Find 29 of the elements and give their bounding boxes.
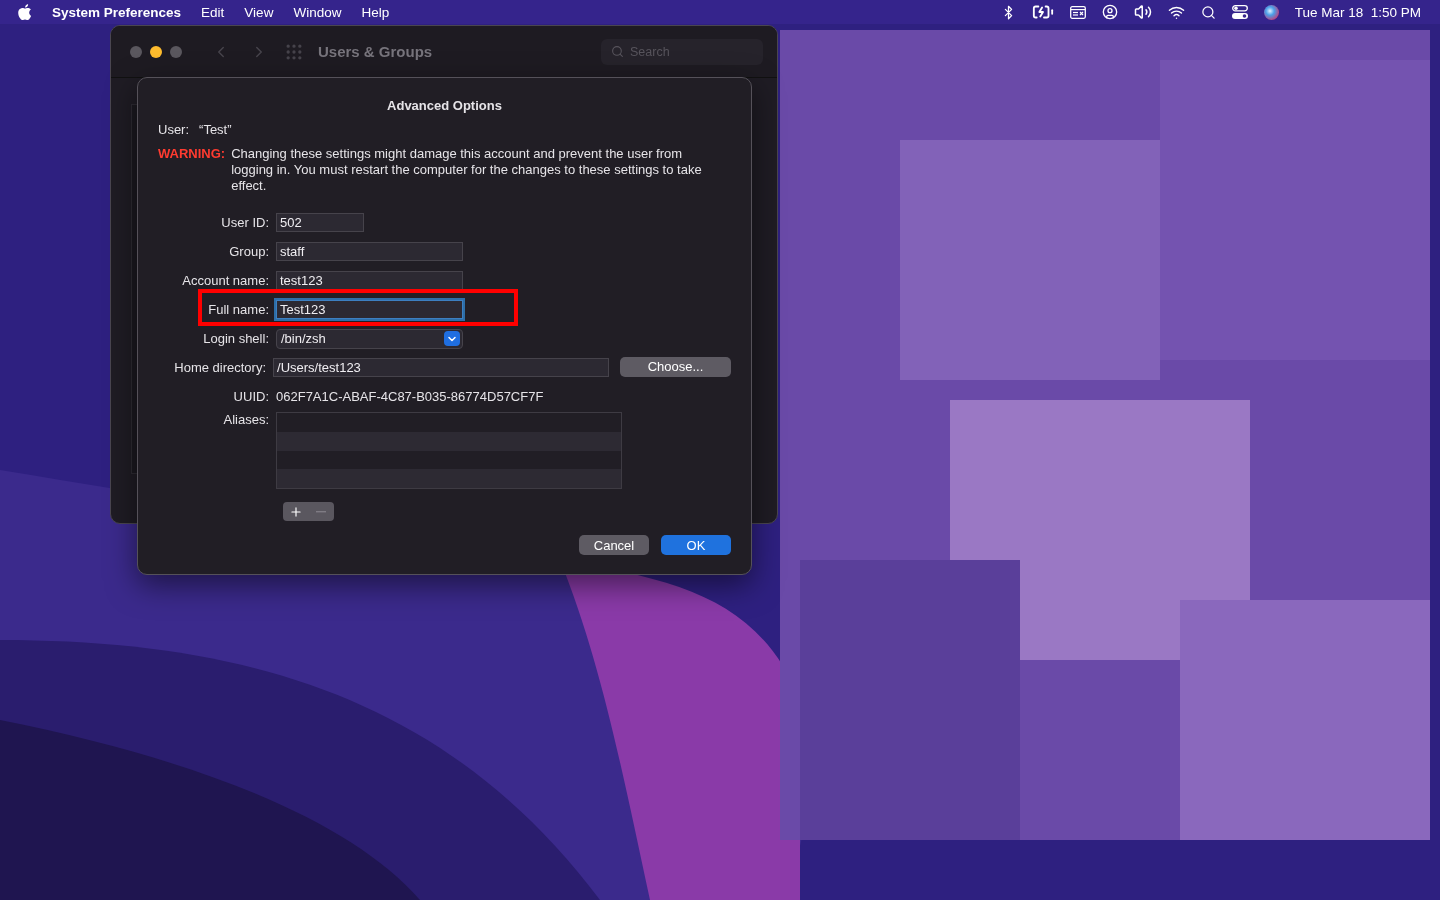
field-label: Group: <box>228 244 270 259</box>
cancel-button[interactable]: Cancel <box>579 535 649 555</box>
user-label: User: <box>158 122 190 137</box>
user-value: “Test” <box>199 122 232 137</box>
window-title: Users & Groups <box>318 43 433 60</box>
field-label: Home directory: <box>173 360 268 375</box>
menu-item[interactable]: View <box>244 4 274 20</box>
uuid-value: 062F7A1C-ABAF-4C87-B035-86774D57CF7F <box>276 389 544 404</box>
text-field[interactable]: staff <box>276 242 463 261</box>
text-field[interactable]: /Users/test123 <box>273 358 610 377</box>
shell-popup[interactable]: /bin/zsh <box>276 328 463 349</box>
menu-item[interactable]: Window <box>293 4 342 20</box>
warning-label: WARNING: <box>158 146 226 163</box>
menu-clock[interactable]: Tue Mar 18 1:50 PM <box>1294 4 1421 20</box>
field-label: User ID: <box>220 215 270 230</box>
uuid-label: UUID: <box>232 389 270 404</box>
ok-button[interactable]: OK <box>661 535 731 555</box>
field-label: Login shell: <box>202 331 270 346</box>
field-label: Full name: <box>207 302 270 317</box>
sheet-title: Advanced Options <box>386 98 503 113</box>
choose-button[interactable]: Choose... <box>620 356 731 377</box>
text-field[interactable]: Test123 <box>276 300 463 319</box>
field-label: Account name: <box>181 273 270 288</box>
menu-item[interactable]: Help <box>361 4 390 20</box>
menu-item[interactable]: Edit <box>201 4 225 20</box>
text-field[interactable]: 502 <box>276 213 364 232</box>
warning-text: Changing these settings might damage this account and prevent the user from logging in. You must restart the computer for the changes to these settings to take effect. <box>231 146 703 194</box>
app-menu[interactable]: System Preferences <box>52 4 182 20</box>
aliases-label: Aliases: <box>222 412 270 427</box>
